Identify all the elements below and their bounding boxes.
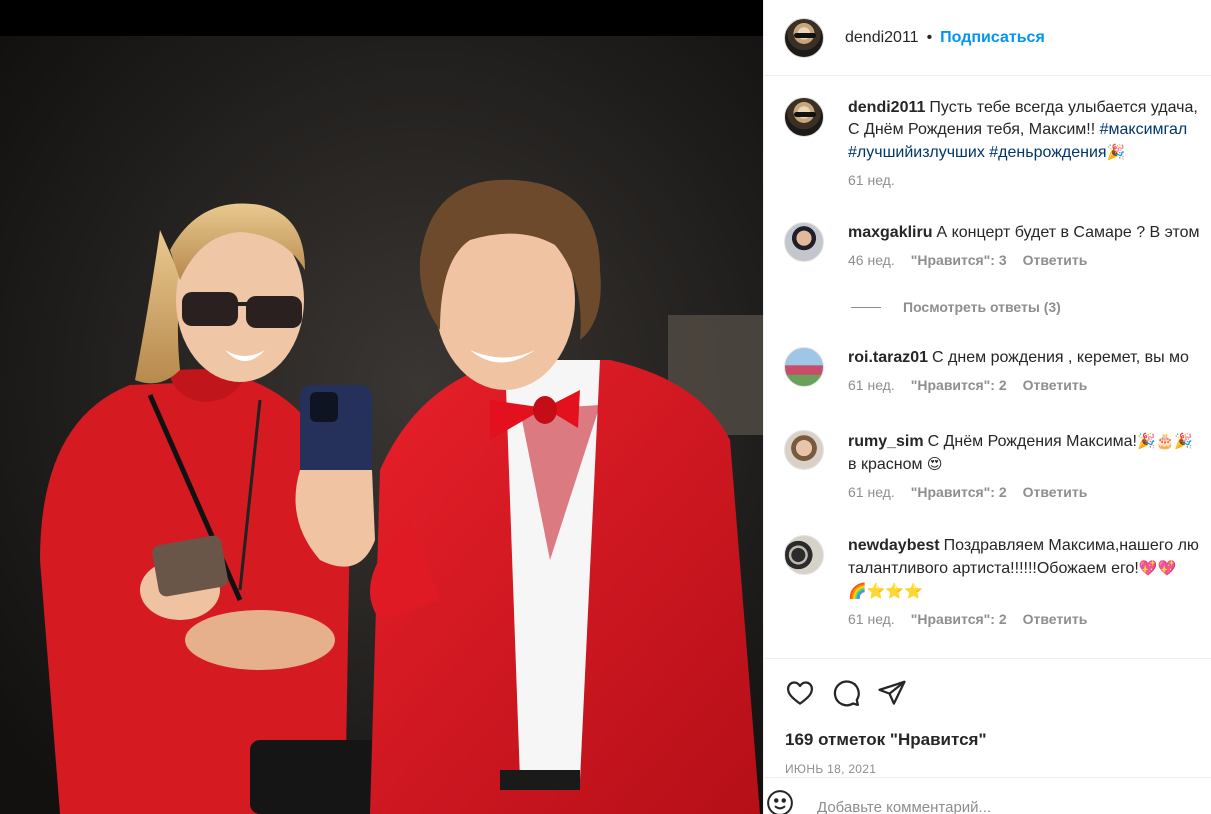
commenter-avatar[interactable]	[784, 535, 824, 575]
reply-button[interactable]: Ответить	[1023, 252, 1088, 268]
caption-username[interactable]: dendi2011	[848, 99, 925, 116]
comments-list: dendi2011 Пусть тебе всегда улыбается уда…	[764, 77, 1211, 657]
comment-time[interactable]: 61 нед.	[848, 377, 895, 393]
comment-item: maxgakliru А концерт будет в Самаре ? В э…	[784, 222, 1211, 268]
hashtag-links[interactable]: #лучшийизлучших #деньрождения	[848, 144, 1107, 161]
comment-likes[interactable]: "Нравится": 2	[911, 377, 1007, 393]
post-date[interactable]: ИЮНЬ 18, 2021	[785, 762, 876, 776]
share-icon[interactable]	[876, 677, 908, 709]
view-replies-label: Посмотреть ответы (3)	[903, 299, 1061, 315]
party-emoji: 🎉	[1106, 143, 1126, 161]
replies-divider	[851, 306, 881, 308]
comment-time[interactable]: 46 нед.	[848, 252, 895, 268]
emoji-picker-icon[interactable]	[765, 788, 795, 814]
commenter-avatar[interactable]	[784, 347, 824, 387]
caption-text-line1: Пусть тебе всегда улыбается удача,	[929, 99, 1198, 116]
comment-text-line2: талантливого артиста!!!!!!Обожаем его!	[848, 560, 1139, 577]
hashtag-link[interactable]: #максимгал	[1100, 121, 1188, 138]
caption-comment: dendi2011 Пусть тебе всегда улыбается уда…	[784, 97, 1211, 188]
comment-text: А концерт будет в Самаре ? В этом	[936, 224, 1200, 241]
comment-text: С днем рождения , керемет, вы мо	[932, 349, 1189, 366]
action-icons	[784, 677, 908, 709]
caption-avatar[interactable]	[784, 97, 824, 137]
view-replies-button[interactable]: Посмотреть ответы (3)	[851, 299, 1061, 315]
likes-count[interactable]: 169 отметок "Нравится"	[785, 730, 987, 750]
follow-button[interactable]: Подписаться	[940, 29, 1045, 47]
comment-input[interactable]	[815, 797, 1119, 814]
comment-likes[interactable]: "Нравится": 2	[911, 611, 1007, 627]
heart-eyes-emoji: 😍	[926, 455, 943, 473]
rainbow-stars-emoji: 🌈⭐⭐⭐	[848, 582, 923, 600]
commenter-username[interactable]: maxgakliru	[848, 224, 932, 241]
author-avatar[interactable]	[784, 17, 824, 58]
reply-button[interactable]: Ответить	[1023, 484, 1088, 500]
comment-time[interactable]: 61 нед.	[848, 611, 895, 627]
comment-likes[interactable]: "Нравится": 3	[911, 252, 1007, 268]
post-header: dendi2011 • Подписаться	[764, 0, 1211, 76]
comment-item: newdaybest Поздравляем Максима,нашего лю …	[784, 535, 1211, 627]
photo-illustration	[0, 0, 763, 814]
comment-item: roi.taraz01 С днем рождения , керемет, вы…	[784, 347, 1211, 393]
caption-text-line2: С Днём Рождения тебя, Максим!!	[848, 121, 1100, 138]
comment-text: Поздравляем Максима,нашего лю	[943, 537, 1199, 554]
commenter-avatar[interactable]	[784, 430, 824, 470]
comment-item: rumy_sim С Днём Рождения Максима!🎉🎂🎉 в кр…	[784, 430, 1211, 500]
comment-text-line2: в красном	[848, 456, 927, 473]
comment-time[interactable]: 61 нед.	[848, 172, 895, 188]
comment-time[interactable]: 61 нед.	[848, 484, 895, 500]
comment-icon[interactable]	[830, 677, 862, 709]
commenter-username[interactable]: rumy_sim	[848, 433, 924, 450]
commenter-username[interactable]: newdaybest	[848, 537, 940, 554]
comment-likes[interactable]: "Нравится": 2	[911, 484, 1007, 500]
add-comment-bar	[764, 777, 1211, 814]
commenter-username[interactable]: roi.taraz01	[848, 349, 928, 366]
heart-icon[interactable]	[784, 677, 816, 709]
commenter-avatar[interactable]	[784, 222, 824, 262]
author-username[interactable]: dendi2011	[845, 29, 919, 47]
reply-button[interactable]: Ответить	[1023, 611, 1088, 627]
celebration-emoji: 🎉🎂🎉	[1136, 432, 1194, 450]
header-separator: •	[926, 28, 933, 46]
reply-button[interactable]: Ответить	[1023, 377, 1088, 393]
post-photo[interactable]	[0, 0, 763, 814]
post-actions: 169 отметок "Нравится" ИЮНЬ 18, 2021	[764, 658, 1211, 814]
hearts-emoji: 💖💖	[1138, 559, 1177, 577]
comment-text: С Днём Рождения Максима!	[927, 433, 1137, 450]
post-side-panel: dendi2011 • Подписаться dendi2011 Пусть т…	[763, 0, 1211, 814]
